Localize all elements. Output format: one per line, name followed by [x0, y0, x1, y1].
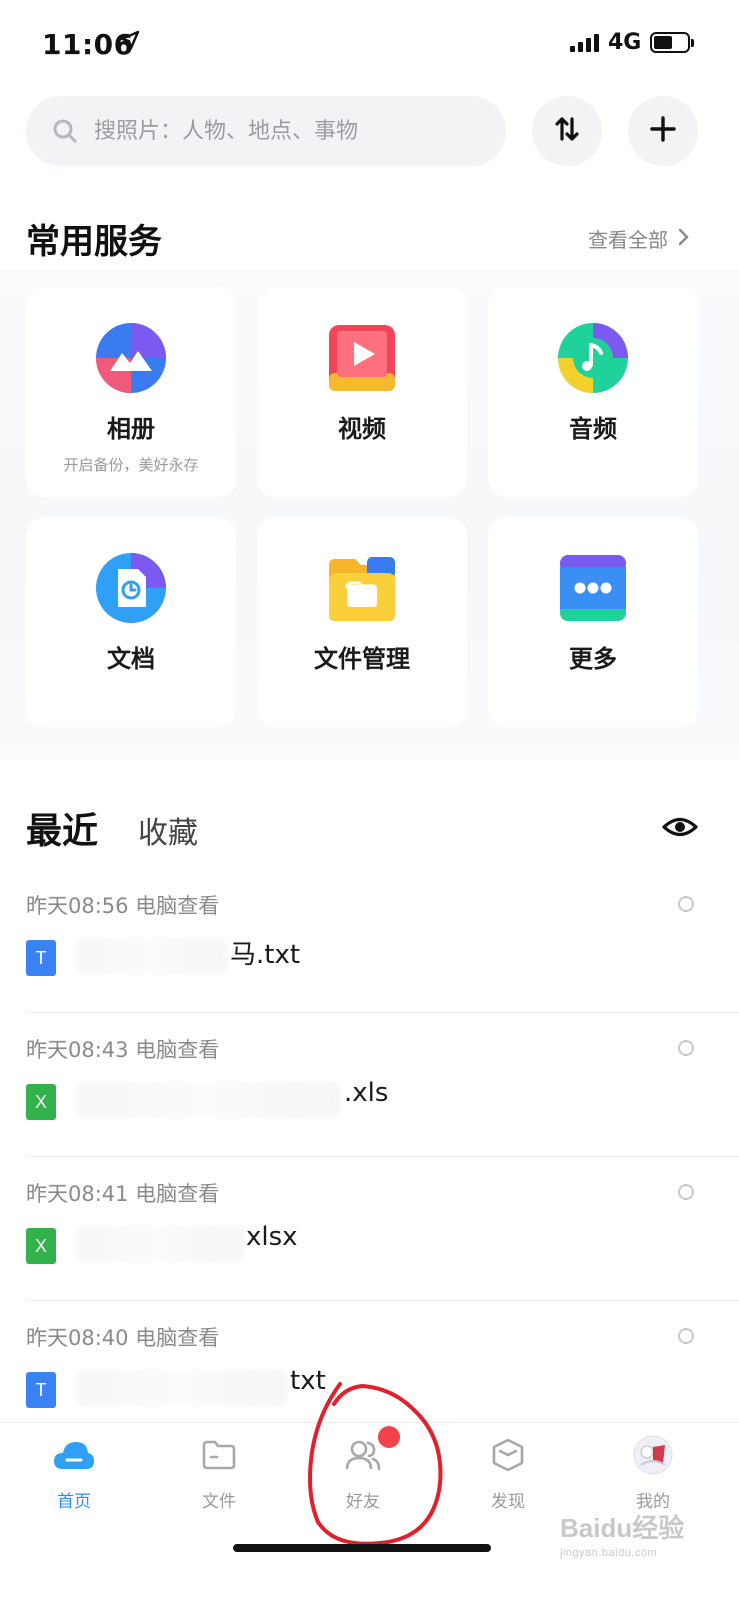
service-label: 音频	[569, 415, 617, 443]
tab-label: 文件	[202, 1492, 236, 1512]
recent-item-meta: 昨天08:40 电脑查看	[26, 1326, 220, 1350]
location-arrow-icon	[120, 30, 140, 56]
recent-item-name: txt	[290, 1366, 326, 1396]
watermark-brand: Baidu经验	[560, 1513, 685, 1543]
cloud-icon	[52, 1433, 96, 1477]
recent-item-name: .xls	[344, 1078, 389, 1108]
service-label: 相册	[107, 415, 155, 443]
redacted-filename	[76, 1226, 242, 1262]
divider	[26, 1012, 739, 1013]
video-icon	[327, 323, 397, 393]
plus-icon	[649, 115, 677, 147]
watermark: Baidu经验 jingyan.baidu.com	[560, 1508, 684, 1559]
divider	[26, 1156, 739, 1157]
discover-cube-icon	[486, 1433, 530, 1477]
select-radio[interactable]	[678, 896, 694, 912]
sort-button[interactable]	[532, 96, 602, 166]
tab-discover[interactable]: 发现	[458, 1433, 558, 1512]
tab-files[interactable]: 文件	[169, 1433, 269, 1512]
document-icon	[96, 553, 166, 623]
recent-item[interactable]: 昨天08:41 电脑查看 X xlsx	[0, 1178, 739, 1322]
eye-icon[interactable]	[662, 810, 698, 844]
tab-recent[interactable]: 最近	[26, 802, 98, 854]
recent-item-meta: 昨天08:41 电脑查看	[26, 1182, 220, 1206]
service-subtitle: 开启备份，美好永存	[63, 456, 199, 474]
watermark-url: jingyan.baidu.com	[560, 1547, 658, 1559]
recent-item-meta: 昨天08:56 电脑查看	[26, 894, 220, 918]
recent-item[interactable]: 昨天08:56 电脑查看 T 马.txt	[0, 890, 739, 1034]
service-label: 文件管理	[314, 645, 410, 673]
tab-label: 首页	[57, 1492, 91, 1512]
recent-item-meta: 昨天08:43 电脑查看	[26, 1038, 220, 1062]
service-label: 文档	[107, 645, 155, 673]
search-input[interactable]	[94, 118, 454, 144]
folder-icon	[327, 553, 397, 623]
service-audio[interactable]: 音频	[488, 287, 698, 497]
tab-home[interactable]: 首页	[24, 1433, 124, 1512]
search-bar[interactable]	[26, 96, 506, 166]
service-label: 更多	[569, 645, 617, 673]
avatar	[631, 1433, 675, 1477]
tab-me[interactable]: 我的	[603, 1433, 703, 1512]
folder-outline-icon	[197, 1433, 241, 1477]
service-label: 视频	[338, 415, 386, 443]
search-icon	[52, 118, 78, 144]
recent-item-name: xlsx	[246, 1222, 298, 1252]
service-video[interactable]: 视频	[257, 287, 467, 497]
notification-badge	[378, 1426, 400, 1448]
tab-label: 好友	[346, 1492, 380, 1512]
select-radio[interactable]	[678, 1184, 694, 1200]
xls-file-icon: X	[26, 1084, 56, 1120]
tab-label: 发现	[491, 1492, 525, 1512]
recent-item-name: 马.txt	[230, 940, 301, 970]
home-indicator	[233, 1544, 491, 1552]
sort-arrows-icon	[552, 114, 582, 148]
select-radio[interactable]	[678, 1328, 694, 1344]
divider	[26, 1300, 739, 1301]
tab-favorites[interactable]: 收藏	[138, 808, 198, 852]
recent-item[interactable]: 昨天08:43 电脑查看 X .xls	[0, 1034, 739, 1178]
services-title: 常用服务	[26, 222, 162, 262]
service-album[interactable]: 相册 开启备份，美好永存	[26, 287, 236, 497]
select-radio[interactable]	[678, 1040, 694, 1056]
service-file-manager[interactable]: 文件管理	[257, 517, 467, 727]
battery-icon	[650, 32, 694, 53]
signal-icon	[570, 32, 599, 52]
tab-friends[interactable]: 好友	[313, 1433, 413, 1512]
txt-file-icon: T	[26, 940, 56, 976]
service-document[interactable]: 文档	[26, 517, 236, 727]
see-all-link[interactable]: 查看全部	[588, 224, 690, 253]
network-type: 4G	[608, 30, 642, 55]
redacted-filename	[76, 1082, 340, 1118]
more-icon	[558, 553, 628, 623]
audio-icon	[558, 323, 628, 393]
txt-file-icon: T	[26, 1372, 56, 1408]
xls-file-icon: X	[26, 1228, 56, 1264]
add-button[interactable]	[628, 96, 698, 166]
status-bar: 11:06 4G	[0, 0, 739, 90]
see-all-label: 查看全部	[588, 228, 668, 252]
redacted-filename	[76, 938, 226, 974]
album-icon	[96, 323, 166, 393]
chevron-right-icon	[678, 227, 690, 251]
service-more[interactable]: 更多	[488, 517, 698, 727]
redacted-filename	[76, 1370, 286, 1406]
